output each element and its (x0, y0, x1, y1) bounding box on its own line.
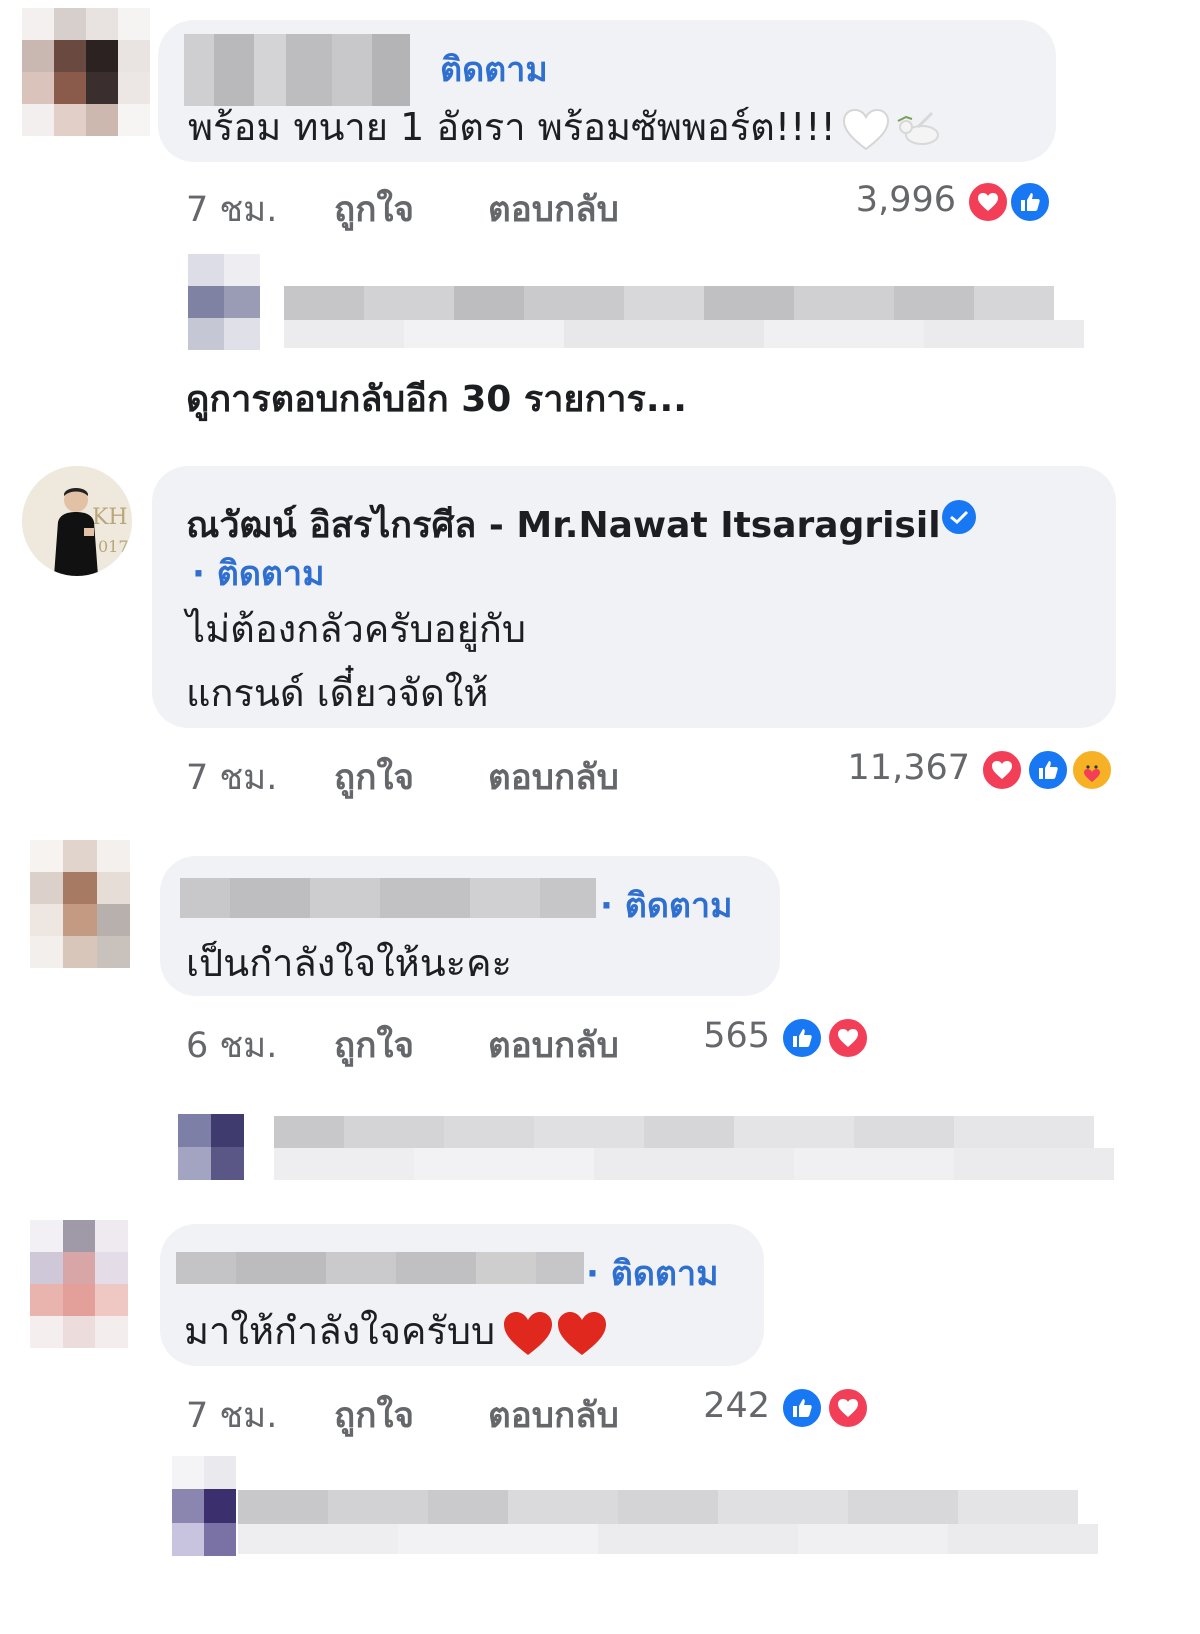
verified-badge-icon (942, 500, 976, 534)
like-button[interactable]: ถูกใจ (334, 1388, 414, 1443)
comment-time[interactable]: 6 ชม. (186, 1018, 277, 1073)
comment-time[interactable]: 7 ชม. (186, 182, 277, 237)
svg-text:017: 017 (98, 537, 129, 556)
comment-text-line: ไม่ต้องกลัวครับอยู่กับ (186, 607, 527, 651)
comment-text: เป็นกำลังใจให้นะคะ (186, 941, 512, 985)
blurred-reply-preview (188, 254, 1088, 350)
heart-icon (966, 180, 1010, 224)
comment-bubble: · ติดตาม เป็นกำลังใจให้นะคะ (160, 856, 780, 996)
red-heart-icon (501, 1310, 555, 1358)
comment-bubble: · ติดตาม มาให้กำลังใจครับบ (160, 1224, 764, 1366)
like-icon (1008, 180, 1052, 224)
like-icon (780, 1386, 824, 1430)
like-button[interactable]: ถูกใจ (334, 1018, 414, 1073)
heart-icon (826, 1016, 870, 1060)
avatar[interactable] (30, 840, 130, 968)
comment-author[interactable]: ณวัฒน์ อิสรไกรศีล - Mr.Nawat Itsaragrisi… (186, 496, 941, 553)
view-more-replies-link[interactable]: ดูการตอบกลับอีก 30 รายการ... (186, 370, 687, 427)
avatar[interactable] (30, 1220, 128, 1348)
svg-text:KH: KH (92, 505, 128, 530)
comment-bubble: ติดตาม พร้อม ทนาย 1 อัตรา พร้อมซัพพอร์ต!… (158, 20, 1056, 162)
dove-icon (892, 107, 944, 153)
avatar[interactable] (22, 8, 150, 136)
reply-button[interactable]: ตอบกลับ (488, 750, 619, 805)
like-icon (1026, 748, 1070, 792)
reaction-count[interactable]: 11,367 (820, 748, 970, 788)
heart-icon (980, 748, 1024, 792)
reaction-count[interactable]: 565 (680, 1016, 770, 1056)
follow-link[interactable]: ติดตาม (440, 42, 548, 96)
blurred-reply-preview (172, 1456, 1102, 1556)
blurred-author-name (180, 878, 596, 918)
like-button[interactable]: ถูกใจ (334, 750, 414, 805)
care-icon (1070, 748, 1114, 792)
follow-link[interactable]: · ติดตาม (600, 878, 733, 932)
comment-time[interactable]: 7 ชม. (186, 750, 277, 805)
blurred-reply-preview (178, 1114, 1114, 1182)
comment-text: มาให้กำลังใจครับบ (184, 1300, 609, 1361)
avatar[interactable]: KH 017 (22, 466, 132, 576)
comment-text-line: แกรนด์ เดี๋ยวจัดให้ (186, 671, 489, 715)
reply-button[interactable]: ตอบกลับ (488, 182, 619, 237)
reply-button[interactable]: ตอบกลับ (488, 1388, 619, 1443)
reaction-count[interactable]: 3,996 (820, 180, 956, 220)
white-heart-icon (840, 107, 892, 153)
follow-link[interactable]: · ติดตาม (586, 1246, 719, 1300)
reply-button[interactable]: ตอบกลับ (488, 1018, 619, 1073)
comment-bubble: ณวัฒน์ อิสรไกรศีล - Mr.Nawat Itsaragrisi… (152, 466, 1116, 728)
follow-link[interactable]: · ติดตาม (192, 546, 325, 600)
like-button[interactable]: ถูกใจ (334, 182, 414, 237)
blurred-author-name (176, 1252, 584, 1284)
like-icon (780, 1016, 824, 1060)
red-heart-icon (555, 1310, 609, 1358)
heart-icon (826, 1386, 870, 1430)
reaction-count[interactable]: 242 (680, 1386, 770, 1426)
comment-text: พร้อม ทนาย 1 อัตรา พร้อมซัพพอร์ต!!!! (188, 96, 944, 157)
comment-time[interactable]: 7 ชม. (186, 1388, 277, 1443)
